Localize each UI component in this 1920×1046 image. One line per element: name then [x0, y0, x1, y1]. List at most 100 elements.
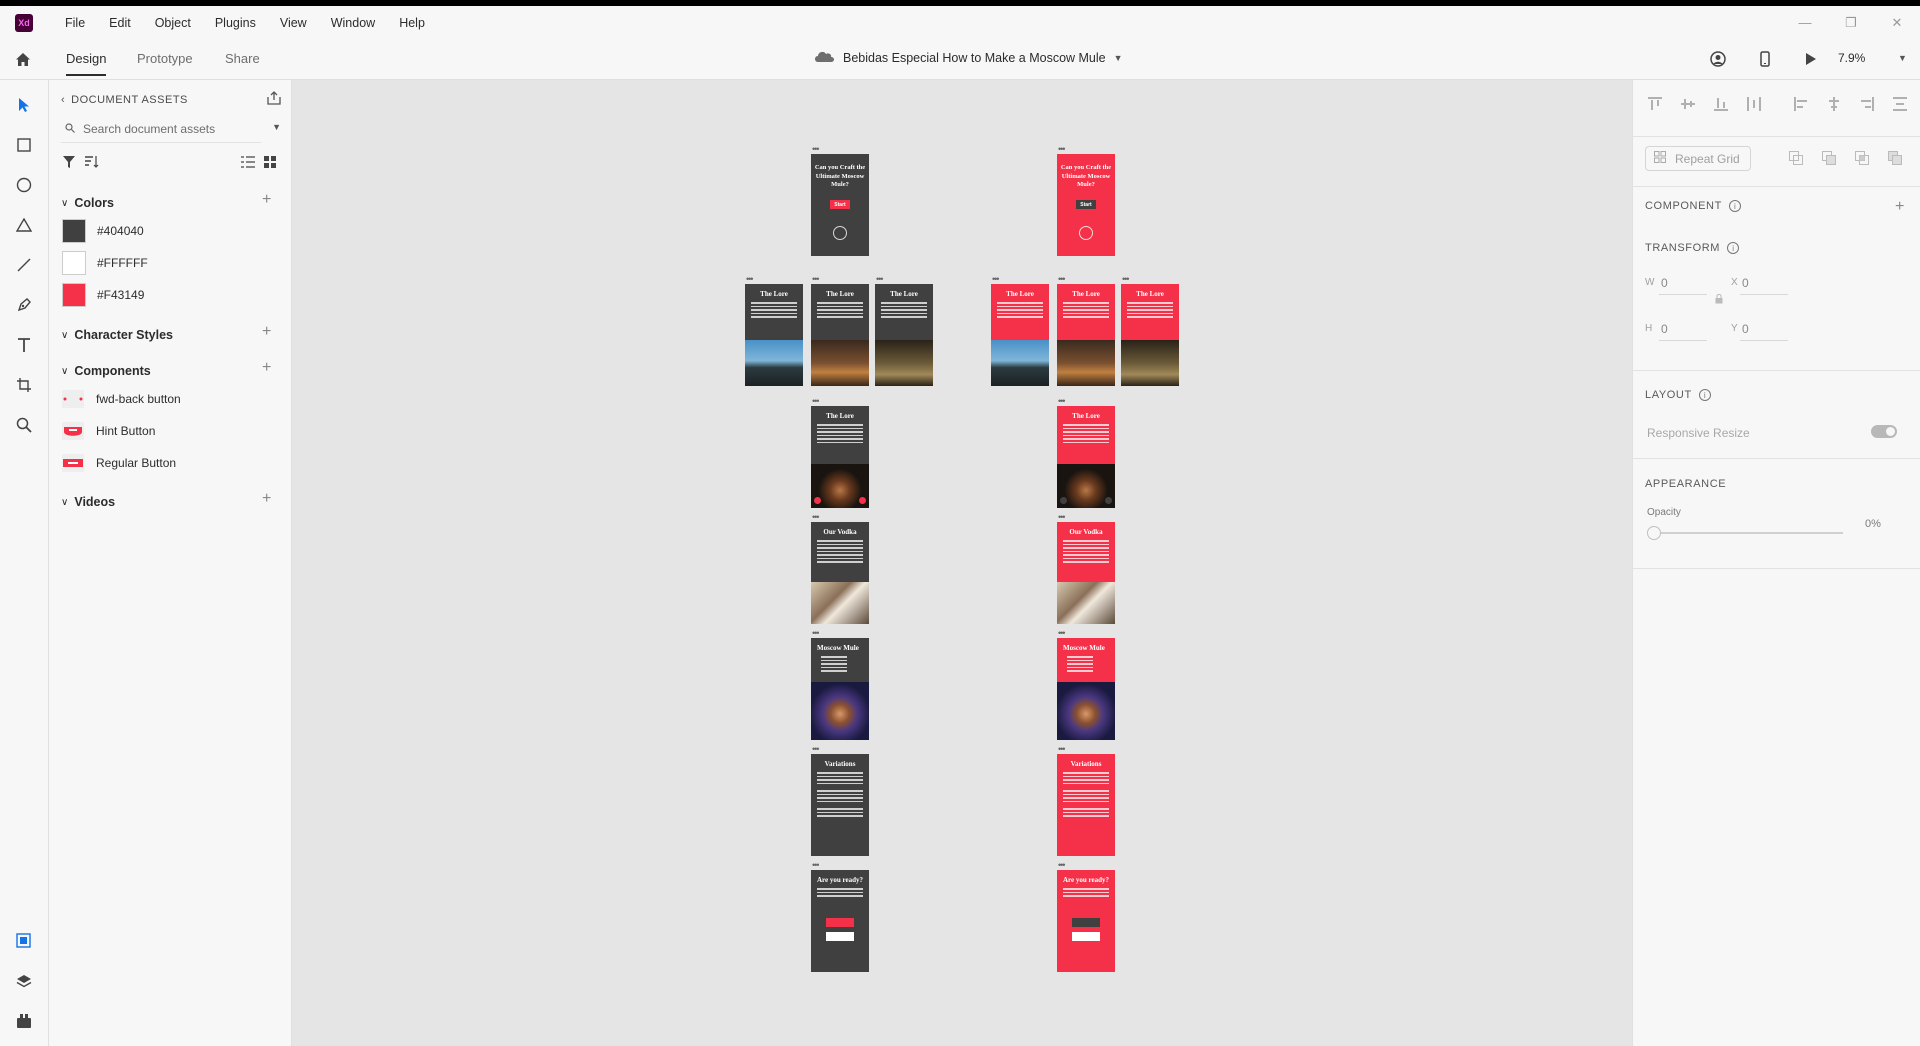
distribute-horizontal-icon[interactable] — [1892, 96, 1908, 112]
artboard[interactable]: Are you ready? — [1057, 870, 1115, 972]
artboard-handle-icon[interactable]: ••• — [812, 275, 820, 284]
menu-edit[interactable]: Edit — [97, 16, 143, 30]
add-video-icon[interactable]: + — [262, 490, 271, 508]
artboard-handle-icon[interactable]: ••• — [812, 629, 820, 638]
chevron-down-icon[interactable]: ▼ — [1114, 53, 1123, 63]
artboard[interactable]: Our Vodka — [1057, 522, 1115, 624]
align-center-icon[interactable] — [1826, 96, 1842, 112]
plugins-panel-icon[interactable] — [13, 1010, 35, 1032]
artboard-handle-icon[interactable]: ••• — [1058, 513, 1066, 522]
videos-section-header[interactable]: ∨ Videos — [61, 495, 115, 509]
x-field[interactable]: 0 — [1742, 276, 1749, 290]
component-item[interactable]: Regular Button — [62, 454, 176, 472]
select-tool-icon[interactable] — [13, 94, 35, 116]
menu-help[interactable]: Help — [387, 16, 437, 30]
close-icon[interactable]: ✕ — [1874, 6, 1920, 39]
artboard[interactable]: The Lore — [1121, 284, 1179, 386]
artboard[interactable]: The Lore — [811, 406, 869, 508]
play-icon[interactable] — [1801, 49, 1821, 69]
document-title[interactable]: Bebidas Especial How to Make a Moscow Mu… — [813, 50, 1123, 66]
menu-window[interactable]: Window — [319, 16, 387, 30]
text-tool-icon[interactable] — [13, 334, 35, 356]
boolean-exclude-icon[interactable] — [1887, 150, 1903, 166]
align-right-icon[interactable] — [1859, 96, 1875, 112]
artboard-handle-icon[interactable]: ••• — [812, 397, 820, 406]
layers-panel-icon[interactable] — [13, 970, 35, 992]
artboard-handle-icon[interactable]: ••• — [812, 513, 820, 522]
artboard[interactable]: Our Vodka — [811, 522, 869, 624]
artboard-handle-icon[interactable]: ••• — [1122, 275, 1130, 284]
menu-file[interactable]: File — [53, 16, 97, 30]
menu-plugins[interactable]: Plugins — [203, 16, 268, 30]
add-color-icon[interactable]: + — [262, 191, 271, 209]
colors-section-header[interactable]: ∨ Colors — [61, 196, 114, 210]
opacity-value[interactable]: 0% — [1865, 518, 1881, 530]
artboard-handle-icon[interactable]: ••• — [876, 275, 884, 284]
polygon-tool-icon[interactable] — [13, 214, 35, 236]
zoom-tool-icon[interactable] — [13, 414, 35, 436]
align-left-icon[interactable] — [1793, 96, 1809, 112]
mobile-preview-icon[interactable] — [1755, 49, 1775, 69]
artboard-handle-icon[interactable]: ••• — [1058, 629, 1066, 638]
restore-icon[interactable]: ❐ — [1828, 6, 1874, 39]
artboard-tool-icon[interactable] — [13, 374, 35, 396]
sort-icon[interactable] — [85, 156, 99, 171]
pen-tool-icon[interactable] — [13, 294, 35, 316]
minimize-icon[interactable]: — — [1782, 6, 1828, 39]
color-item[interactable]: #F43149 — [62, 283, 144, 307]
filter-icon[interactable] — [63, 156, 75, 171]
color-item[interactable]: #FFFFFF — [62, 251, 148, 275]
artboard[interactable]: Moscow Mule — [811, 638, 869, 740]
home-icon[interactable] — [12, 48, 34, 70]
boolean-add-icon[interactable] — [1788, 150, 1804, 166]
artboard[interactable]: The Lore — [875, 284, 933, 386]
width-field[interactable]: 0 — [1661, 276, 1668, 290]
repeat-grid-button[interactable]: Repeat Grid — [1645, 146, 1751, 171]
ellipse-tool-icon[interactable] — [13, 174, 35, 196]
tab-share[interactable]: Share — [225, 51, 260, 66]
opacity-slider-track[interactable] — [1659, 532, 1843, 534]
add-component-icon[interactable]: + — [262, 359, 271, 377]
artboard[interactable]: Are you ready? — [811, 870, 869, 972]
artboard[interactable]: The Lore — [1057, 284, 1115, 386]
components-section-header[interactable]: ∨ Components — [61, 364, 151, 378]
boolean-subtract-icon[interactable] — [1821, 150, 1837, 166]
line-tool-icon[interactable] — [13, 254, 35, 276]
grid-view-icon[interactable] — [264, 156, 276, 171]
artboard-handle-icon[interactable]: ••• — [1058, 861, 1066, 870]
artboard[interactable]: Variations — [811, 754, 869, 856]
component-item[interactable]: Hint Button — [62, 422, 155, 440]
zoom-chevron-icon[interactable]: ▼ — [1898, 53, 1907, 63]
lock-icon[interactable] — [1715, 293, 1723, 307]
artboard[interactable]: Can you Craft the Ultimate Moscow Mule? … — [1057, 154, 1115, 256]
color-item[interactable]: #404040 — [62, 219, 144, 243]
tab-prototype[interactable]: Prototype — [137, 51, 193, 66]
boolean-intersect-icon[interactable] — [1854, 150, 1870, 166]
info-icon[interactable]: i — [1698, 389, 1711, 401]
component-item[interactable]: fwd-back button — [62, 390, 181, 408]
responsive-resize-toggle[interactable] — [1871, 425, 1897, 438]
align-middle-icon[interactable] — [1680, 96, 1696, 112]
artboard-handle-icon[interactable]: ••• — [1058, 275, 1066, 284]
height-field[interactable]: 0 — [1661, 322, 1668, 336]
tab-design[interactable]: Design — [66, 51, 107, 76]
artboard-handle-icon[interactable]: ••• — [812, 145, 820, 154]
assets-header[interactable]: ‹ DOCUMENT ASSETS — [61, 94, 188, 106]
artboard-handle-icon[interactable]: ••• — [812, 861, 820, 870]
artboard-handle-icon[interactable]: ••• — [1058, 745, 1066, 754]
zoom-level[interactable]: 7.9% — [1838, 51, 1865, 65]
artboard[interactable]: Can you Craft the Ultimate Moscow Mule? … — [811, 154, 869, 256]
artboard[interactable]: Variations — [1057, 754, 1115, 856]
info-icon[interactable]: i — [1728, 200, 1741, 212]
artboard-handle-icon[interactable]: ••• — [1058, 145, 1066, 154]
artboard[interactable]: The Lore — [811, 284, 869, 386]
rectangle-tool-icon[interactable] — [13, 134, 35, 156]
align-top-icon[interactable] — [1647, 96, 1663, 112]
artboard-handle-icon[interactable]: ••• — [1058, 397, 1066, 406]
opacity-slider-handle[interactable] — [1647, 526, 1661, 540]
y-field[interactable]: 0 — [1742, 322, 1749, 336]
artboard-handle-icon[interactable]: ••• — [746, 275, 754, 284]
back-chevron-icon[interactable]: ‹ — [61, 94, 65, 106]
menu-view[interactable]: View — [268, 16, 319, 30]
list-view-icon[interactable] — [241, 156, 255, 171]
